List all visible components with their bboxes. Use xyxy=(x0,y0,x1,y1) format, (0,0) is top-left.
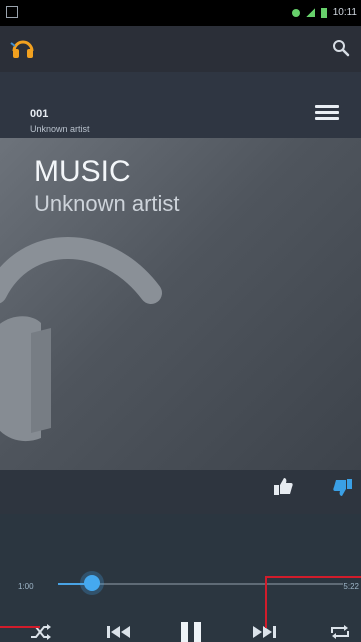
annotation-line xyxy=(265,576,361,578)
thumb-down-icon[interactable] xyxy=(332,478,354,498)
rating-bar xyxy=(0,470,361,514)
track-number: 001 xyxy=(30,108,49,120)
wifi-icon xyxy=(291,8,300,17)
notification-icon xyxy=(6,6,18,18)
annotation-line xyxy=(0,626,40,628)
seek-bar[interactable] xyxy=(58,575,343,591)
signal-icon xyxy=(305,8,315,17)
artwork-artist: Unknown artist xyxy=(34,191,180,216)
search-icon[interactable] xyxy=(329,36,353,60)
headphones-app-icon[interactable] xyxy=(10,35,36,61)
seek-thumb[interactable] xyxy=(84,575,101,591)
shuffle-icon[interactable] xyxy=(26,620,56,642)
total-time: 5:22 xyxy=(343,582,359,591)
thumb-up-icon[interactable] xyxy=(272,476,294,496)
menu-icon[interactable] xyxy=(315,102,339,122)
playback-controls: 1:00 5:22 xyxy=(0,514,361,642)
artwork-title: MUSIC xyxy=(34,155,131,188)
skip-next-icon[interactable] xyxy=(246,620,282,642)
now-playing-header[interactable]: 001 Unknown artist xyxy=(0,72,361,138)
music-player-screen: 10:11 001 Unknown artist MUSIC Unknown a… xyxy=(0,0,361,642)
status-bar: 10:11 xyxy=(0,0,361,26)
headphones-icon xyxy=(0,223,166,453)
current-time: 1:00 xyxy=(18,582,34,591)
repeat-icon[interactable] xyxy=(325,620,355,642)
status-time: 10:11 xyxy=(332,7,357,18)
album-artwork: MUSIC Unknown artist xyxy=(0,138,361,470)
annotation-line xyxy=(265,576,267,628)
pause-icon[interactable] xyxy=(171,620,211,642)
battery-icon xyxy=(320,7,327,18)
action-bar xyxy=(0,26,361,73)
skip-previous-icon[interactable] xyxy=(101,620,137,642)
status-icons: 10:11 xyxy=(291,7,357,18)
track-artist: Unknown artist xyxy=(30,124,90,134)
